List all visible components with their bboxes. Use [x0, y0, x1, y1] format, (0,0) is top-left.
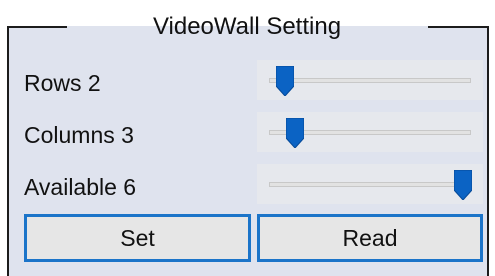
set-button[interactable]: Set: [24, 214, 251, 262]
available-label: Available 6: [24, 174, 137, 200]
rows-slider-track: [269, 78, 471, 83]
rows-slider[interactable]: [257, 60, 483, 100]
rows-slider-thumb-icon[interactable]: [275, 65, 295, 97]
available-slider[interactable]: [257, 164, 483, 204]
columns-label: Columns 3: [24, 122, 134, 148]
read-button[interactable]: Read: [257, 214, 483, 262]
columns-slider-thumb-icon[interactable]: [285, 117, 305, 149]
available-slider-track: [269, 182, 471, 187]
rows-label: Rows 2: [24, 70, 101, 96]
groupbox-title: VideoWall Setting: [152, 13, 342, 40]
groupbox-top-border-left: [7, 26, 67, 28]
columns-slider[interactable]: [257, 112, 483, 152]
available-slider-thumb-icon[interactable]: [453, 169, 473, 201]
groupbox-top-border-right: [428, 26, 489, 28]
window-margin: [0, 0, 7, 276]
